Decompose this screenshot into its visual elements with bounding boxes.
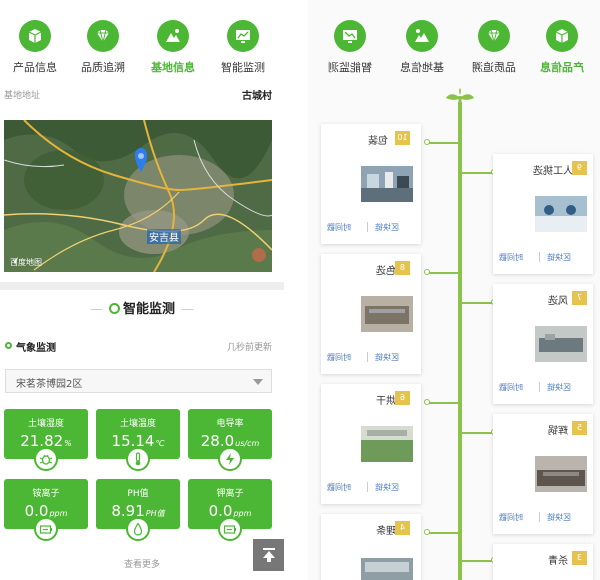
process-photo [535, 456, 587, 492]
timeline-branch [462, 172, 492, 174]
process-step-card[interactable]: 杀青 3 [493, 544, 593, 580]
diamond-icon [478, 20, 510, 52]
base-address-label: 基地地址 [4, 91, 41, 101]
timeline-branch [462, 560, 492, 562]
tab-label: 产品信息 [540, 61, 584, 74]
mountain-icon [406, 20, 438, 52]
timeline-branch [428, 142, 458, 144]
tab-base-info[interactable]: 基地信息 [143, 20, 203, 75]
top-nav: 产品信息 品质追溯 基地信息 智能监测 [0, 0, 284, 84]
tab-smart-monitor[interactable]: 智能监测 [320, 20, 380, 75]
sensor-card-conductivity[interactable]: 电导率 28.0us/cm [188, 409, 272, 471]
mountain-icon [157, 20, 189, 52]
smart-monitor-heading: — 智能监测 — [89, 302, 194, 317]
battery-icon [34, 517, 58, 541]
droplet-icon [126, 517, 150, 541]
timeline-node [424, 529, 430, 535]
timeline-branch [462, 302, 492, 304]
process-photo [535, 196, 587, 232]
tab-label: 品质追溯 [81, 61, 125, 74]
timeline-branch [428, 272, 458, 274]
timeline-branch [428, 532, 458, 534]
process-step-card[interactable]: 人工挑选 9 时间戳 区块链 [493, 154, 593, 274]
circle-icon [5, 342, 12, 349]
circle-icon [108, 303, 120, 314]
process-photo [361, 166, 413, 202]
process-step-card[interactable]: 理条 4 [321, 514, 421, 580]
tab-label: 智能监测 [328, 61, 372, 74]
sensor-card-soil-temperature[interactable]: 土壤温度 15.14℃ [96, 409, 180, 471]
tab-label: 基地信息 [400, 61, 444, 74]
process-step-card[interactable]: 烘干 6 时间戳 区块链 [321, 384, 421, 504]
base-address-row: 基地地址 古城村 [0, 84, 284, 106]
tab-label: 产品信息 [13, 61, 57, 74]
sensor-card-soil-humidity[interactable]: 土壤湿度 21.82% [4, 409, 88, 471]
timeline-node [424, 139, 430, 145]
battery-icon [218, 517, 242, 541]
back-to-top-button[interactable] [253, 539, 284, 571]
timeline-branch [428, 402, 458, 404]
tab-label: 品质追溯 [472, 61, 516, 74]
station-select-value: 宋茗茶博园2区 [16, 379, 83, 390]
tab-label: 智能监测 [221, 61, 265, 74]
chevron-down-icon [253, 379, 263, 385]
process-photo [361, 426, 413, 462]
sensor-card-ph[interactable]: PH值 8.91PH值 [96, 479, 180, 541]
tab-quality-trace[interactable]: 品质追溯 [73, 20, 133, 75]
station-select[interactable]: 宋茗茶博园2区 [5, 369, 272, 393]
timeline-branch [462, 432, 492, 434]
thermometer-icon [126, 447, 150, 471]
timeline-node [424, 399, 430, 405]
monitor-chart-icon [227, 20, 259, 52]
cube-icon [546, 20, 578, 52]
lightning-icon [218, 447, 242, 471]
section-divider [0, 282, 284, 290]
satellite-map[interactable]: 百度地图 [4, 120, 272, 272]
bug-icon [34, 447, 58, 471]
view-more-link[interactable]: 查看更多 [0, 557, 284, 570]
tab-label: 基地信息 [151, 61, 195, 74]
map-city-label: 安吉县 [147, 229, 181, 244]
base-address-value: 古城村 [242, 91, 272, 102]
tab-quality-trace[interactable]: 品质追溯 [464, 20, 524, 75]
process-photo [361, 558, 413, 580]
process-step-card[interactable]: 色选 8 时间戳 区块链 [321, 254, 421, 374]
map-brand: 百度地图 [10, 257, 42, 267]
tab-product-info[interactable]: 产品信息 [532, 20, 592, 75]
update-time: 几秒前更新 [226, 343, 272, 353]
cube-icon [19, 20, 51, 52]
process-step-card[interactable]: 包装 10 时间戳 区块链 [321, 124, 421, 244]
timeline-node [424, 269, 430, 275]
process-step-card[interactable]: 辉锅 5 时间戳 区块链 [493, 414, 593, 534]
process-step-card[interactable]: 风选 7 时间戳 区块链 [493, 284, 593, 404]
diamond-icon [87, 20, 119, 52]
tab-base-info[interactable]: 基地信息 [392, 20, 452, 75]
weather-monitor-header: 气象监测 几秒前更新 [0, 338, 284, 356]
process-photo [361, 296, 413, 332]
monitor-chart-icon [334, 20, 366, 52]
product-process-panel: 智能监测 基地信息 品质追溯 产品信息 包装 10 时间戳 区块链 色选 8 时… [308, 0, 600, 580]
sensor-card-ammonium[interactable]: 铵离子 0.0ppm [4, 479, 88, 541]
process-photo [535, 326, 587, 362]
tab-product-info[interactable]: 产品信息 [5, 20, 65, 75]
sensor-card-potassium[interactable]: 钾离子 0.0ppm [188, 479, 272, 541]
base-info-panel: 产品信息 品质追溯 基地信息 智能监测 基地地址 古城村 百度地图 安吉县 — … [0, 0, 284, 580]
tab-smart-monitor[interactable]: 智能监测 [213, 20, 273, 75]
arrow-up-icon [263, 548, 275, 562]
weather-title: 气象监测 [16, 343, 56, 354]
